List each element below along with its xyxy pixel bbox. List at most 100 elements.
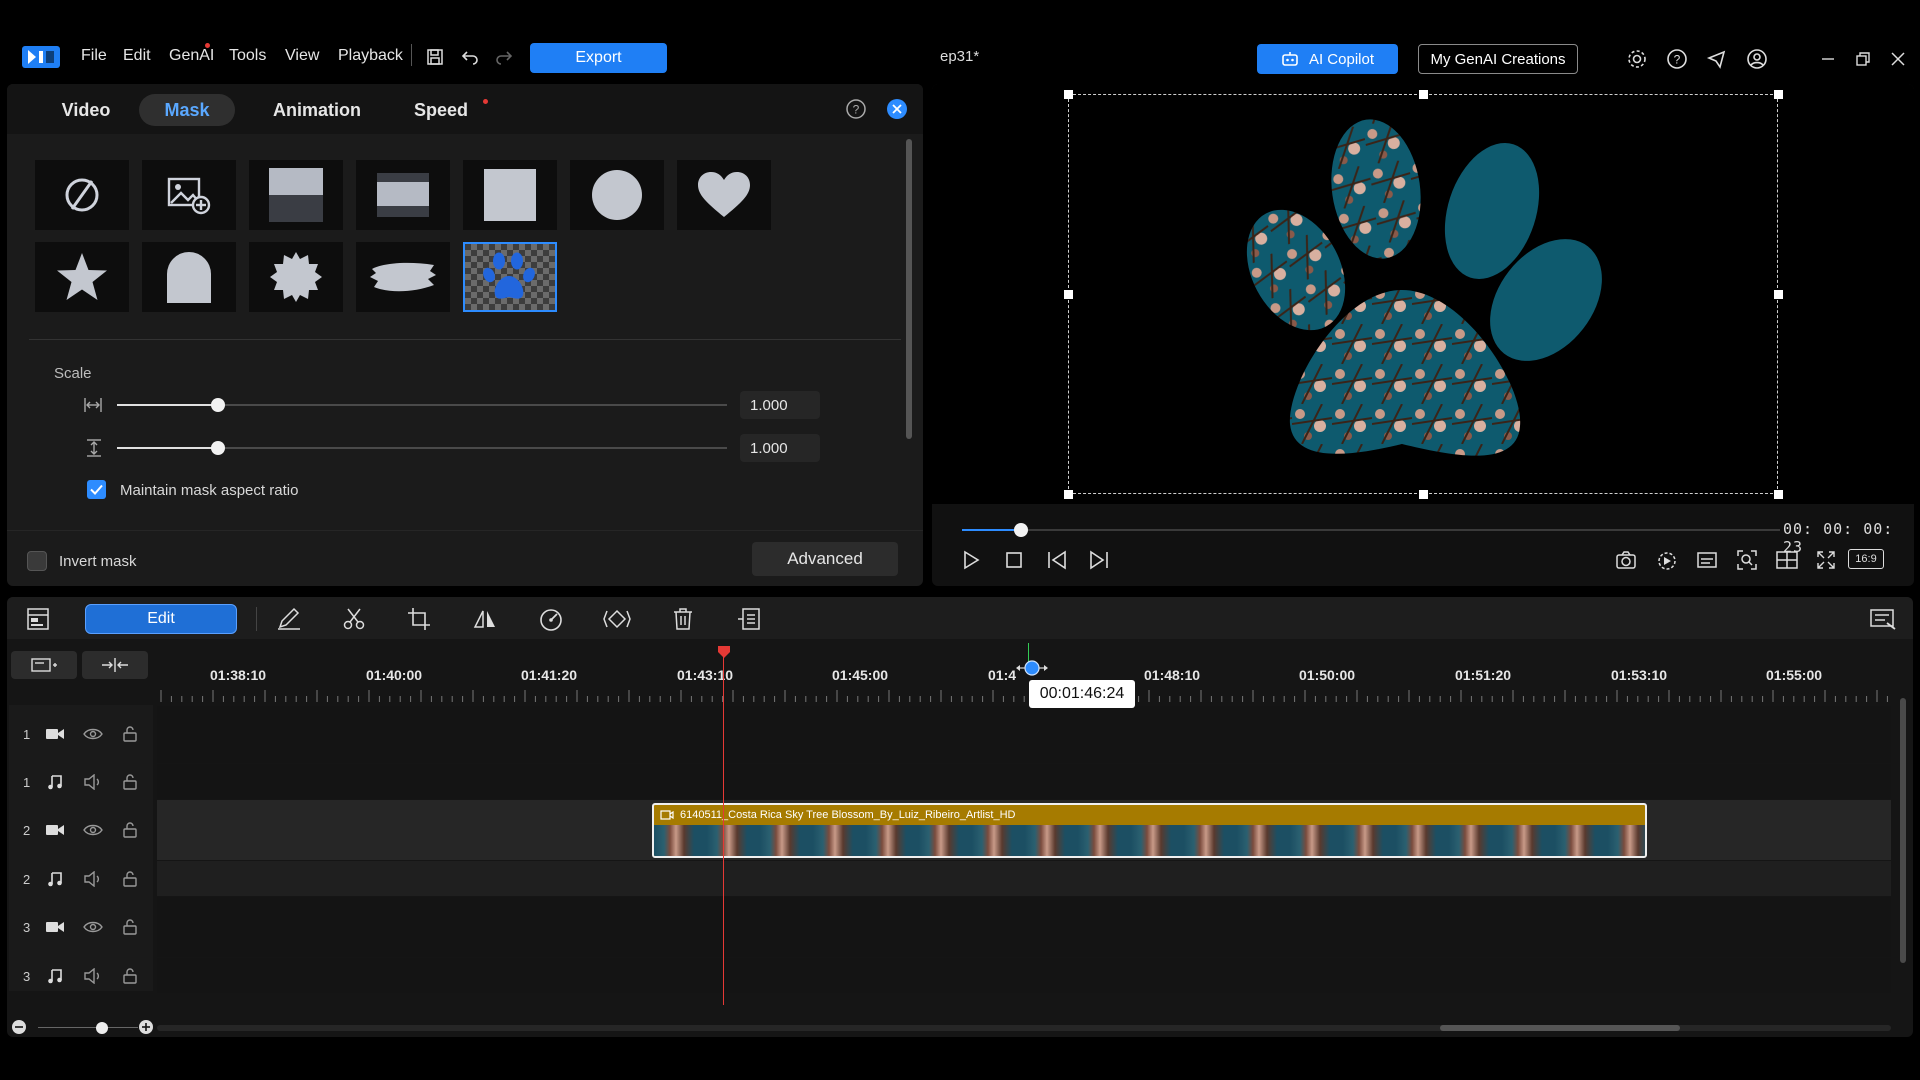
timeline-horizontal-scrollbar-thumb[interactable] bbox=[1440, 1025, 1680, 1031]
aspect-ratio-selector[interactable]: 16:9 bbox=[1848, 549, 1884, 569]
hover-drag-handle-icon[interactable] bbox=[1012, 660, 1052, 676]
volume-speaker-icon[interactable] bbox=[82, 871, 104, 887]
fullscreen-icon[interactable] bbox=[1810, 544, 1842, 576]
mask-none-tile[interactable] bbox=[35, 160, 129, 230]
resize-handle-bm[interactable] bbox=[1419, 490, 1428, 499]
track-lock-icon[interactable] bbox=[122, 774, 138, 790]
resize-handle-br[interactable] bbox=[1774, 490, 1783, 499]
settings-gear-icon[interactable] bbox=[1622, 44, 1652, 74]
width-scale-slider[interactable] bbox=[117, 398, 727, 412]
play-icon[interactable] bbox=[955, 544, 987, 576]
fit-timeline-button[interactable] bbox=[82, 651, 148, 679]
volume-speaker-icon[interactable] bbox=[82, 968, 104, 984]
track-row-video-3[interactable] bbox=[157, 897, 1891, 957]
mask-image-import-tile[interactable] bbox=[142, 160, 236, 230]
menu-playback[interactable]: Playback bbox=[338, 47, 403, 65]
speed-gauge-icon[interactable] bbox=[534, 602, 568, 636]
timeline-vertical-scrollbar[interactable] bbox=[1900, 698, 1906, 963]
mask-gradient-band-tile[interactable] bbox=[356, 160, 450, 230]
track-lock-icon[interactable] bbox=[122, 822, 138, 838]
edit-button[interactable]: Edit bbox=[85, 604, 237, 634]
visibility-eye-icon[interactable] bbox=[82, 920, 104, 934]
zoom-slider-thumb[interactable] bbox=[96, 1022, 108, 1034]
menu-file[interactable]: File bbox=[81, 47, 107, 65]
panel-help-icon[interactable]: ? bbox=[845, 98, 867, 120]
resize-handle-tr[interactable] bbox=[1774, 90, 1783, 99]
track-row-audio-2[interactable] bbox=[157, 861, 1891, 896]
previous-frame-icon[interactable] bbox=[1041, 544, 1073, 576]
tab-video[interactable]: Video bbox=[40, 94, 132, 126]
menu-tools[interactable]: Tools bbox=[229, 47, 266, 65]
timeline-settings-icon[interactable] bbox=[1866, 602, 1900, 636]
tab-mask[interactable]: Mask bbox=[139, 94, 235, 126]
mask-starburst-tile[interactable] bbox=[249, 242, 343, 312]
track-lock-icon[interactable] bbox=[122, 726, 138, 742]
track-lock-icon[interactable] bbox=[122, 871, 138, 887]
help-icon[interactable]: ? bbox=[1662, 44, 1692, 74]
next-frame-icon[interactable] bbox=[1083, 544, 1115, 576]
resize-handle-ml[interactable] bbox=[1064, 290, 1073, 299]
height-slider-thumb[interactable] bbox=[211, 441, 225, 455]
track-row-audio-3[interactable] bbox=[157, 958, 1891, 993]
tab-animation[interactable]: Animation bbox=[254, 94, 380, 126]
crop-icon[interactable] bbox=[402, 602, 436, 636]
height-scale-value[interactable]: 1.000 bbox=[740, 434, 820, 462]
volume-speaker-icon[interactable] bbox=[82, 774, 104, 790]
invert-mask-checkbox[interactable] bbox=[27, 551, 47, 571]
mask-gradient-top-tile[interactable] bbox=[249, 160, 343, 230]
my-genai-creations-button[interactable]: My GenAI Creations bbox=[1418, 44, 1578, 74]
resize-handle-tm[interactable] bbox=[1419, 90, 1428, 99]
ai-copilot-button[interactable]: AI Copilot bbox=[1257, 44, 1398, 74]
undo-icon[interactable] bbox=[455, 42, 485, 72]
redo-icon[interactable] bbox=[489, 42, 519, 72]
track-lock-icon[interactable] bbox=[122, 919, 138, 935]
resize-handle-tl[interactable] bbox=[1064, 90, 1073, 99]
advanced-button[interactable]: Advanced bbox=[752, 542, 898, 576]
subtitle-icon[interactable] bbox=[1691, 544, 1723, 576]
zoom-fit-icon[interactable] bbox=[1731, 544, 1763, 576]
maintain-ratio-checkbox[interactable] bbox=[87, 480, 106, 499]
mask-heart-tile[interactable] bbox=[677, 160, 771, 230]
snapshot-camera-icon[interactable] bbox=[1610, 544, 1642, 576]
keyframe-icon[interactable] bbox=[600, 602, 634, 636]
video-clip[interactable]: 6140511_Costa Rica Sky Tree Blossom_By_L… bbox=[652, 803, 1647, 858]
resize-handle-bl[interactable] bbox=[1064, 490, 1073, 499]
panel-scrollbar[interactable] bbox=[906, 139, 912, 439]
playhead-marker[interactable] bbox=[717, 645, 731, 659]
timeline-view-toggle-icon[interactable] bbox=[21, 602, 55, 636]
scissors-split-icon[interactable] bbox=[337, 602, 371, 636]
tab-speed[interactable]: Speed bbox=[401, 94, 481, 126]
account-icon[interactable] bbox=[1742, 44, 1772, 74]
zoom-in-icon[interactable] bbox=[138, 1019, 154, 1035]
mask-star-tile[interactable] bbox=[35, 242, 129, 312]
save-icon[interactable] bbox=[420, 42, 450, 72]
panel-close-icon[interactable] bbox=[886, 98, 908, 120]
width-slider-thumb[interactable] bbox=[211, 398, 225, 412]
mask-brush-tile[interactable] bbox=[356, 242, 450, 312]
mask-arch-tile[interactable] bbox=[142, 242, 236, 312]
mask-selection-box[interactable] bbox=[1068, 94, 1778, 494]
restore-icon[interactable] bbox=[1848, 44, 1878, 74]
preview-scrubber[interactable] bbox=[962, 523, 1780, 537]
track-lock-icon[interactable] bbox=[122, 968, 138, 984]
visibility-eye-icon[interactable] bbox=[82, 727, 104, 741]
stop-icon[interactable] bbox=[998, 544, 1030, 576]
add-track-button[interactable] bbox=[11, 651, 77, 679]
scrubber-thumb[interactable] bbox=[1014, 523, 1028, 537]
zoom-slider[interactable] bbox=[38, 1021, 138, 1035]
delete-trash-icon[interactable] bbox=[666, 602, 700, 636]
flip-icon[interactable] bbox=[468, 602, 502, 636]
feedback-icon[interactable] bbox=[1702, 44, 1732, 74]
menu-edit[interactable]: Edit bbox=[123, 47, 151, 65]
track-row-video-1[interactable] bbox=[157, 706, 1891, 763]
track-row-audio-1[interactable] bbox=[157, 764, 1891, 799]
height-scale-slider[interactable] bbox=[117, 441, 727, 455]
close-window-icon[interactable] bbox=[1883, 44, 1913, 74]
menu-genai[interactable]: GenAI bbox=[169, 47, 214, 65]
minimize-icon[interactable] bbox=[1813, 44, 1843, 74]
export-button[interactable]: Export bbox=[530, 43, 667, 73]
zoom-out-icon[interactable] bbox=[11, 1019, 27, 1035]
render-preview-icon[interactable] bbox=[1651, 544, 1683, 576]
visibility-eye-icon[interactable] bbox=[82, 823, 104, 837]
mask-paw-tile[interactable] bbox=[463, 242, 557, 312]
